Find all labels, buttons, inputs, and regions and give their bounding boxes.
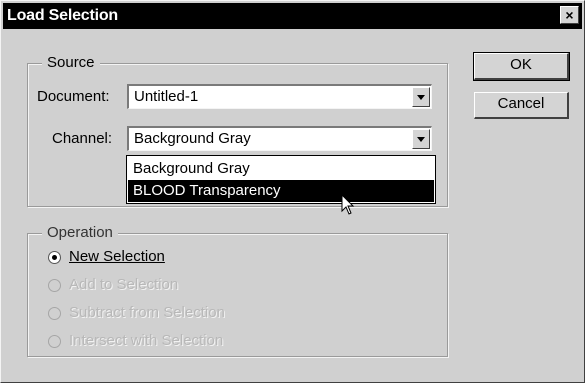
radio-button — [48, 279, 61, 292]
chevron-down-icon — [417, 137, 425, 142]
title-bar: Load Selection × — [3, 3, 582, 29]
pointer-cursor-icon — [341, 194, 355, 215]
channel-dropdown[interactable]: Background Gray — [127, 126, 432, 151]
radio-label: New Selection — [69, 248, 165, 265]
channel-option-blood-transparency[interactable]: BLOOD Transparency — [128, 180, 434, 202]
channel-dropdown-list: Background Gray BLOOD Transparency — [126, 155, 436, 204]
channel-dropdown-button[interactable] — [412, 129, 430, 149]
document-dropdown[interactable]: Untitled-1 — [127, 84, 432, 109]
channel-option-background-gray[interactable]: Background Gray — [128, 158, 434, 180]
load-selection-dialog: Load Selection × Source Document: Untitl… — [0, 0, 585, 383]
radio-button — [48, 335, 61, 348]
close-button[interactable]: × — [560, 6, 579, 24]
source-legend: Source — [42, 54, 100, 71]
radio-dot — [52, 255, 57, 260]
document-label: Document: — [37, 88, 110, 105]
radio-button[interactable] — [48, 251, 61, 264]
cancel-button[interactable]: Cancel — [474, 92, 569, 119]
document-dropdown-button[interactable] — [412, 87, 430, 107]
operation-legend: Operation — [42, 224, 118, 241]
ok-button[interactable]: OK — [473, 52, 570, 81]
channel-value: Background Gray — [134, 130, 251, 147]
channel-label: Channel: — [52, 130, 113, 147]
radio-label: Add to Selection — [69, 276, 179, 293]
radio-label: Subtract from Selection — [69, 304, 225, 321]
close-icon: × — [565, 7, 574, 23]
chevron-down-icon — [417, 95, 425, 100]
radio-button — [48, 307, 61, 320]
document-value: Untitled-1 — [134, 88, 199, 105]
dialog-title: Load Selection — [7, 7, 118, 24]
radio-label: Intersect with Selection — [69, 332, 224, 349]
